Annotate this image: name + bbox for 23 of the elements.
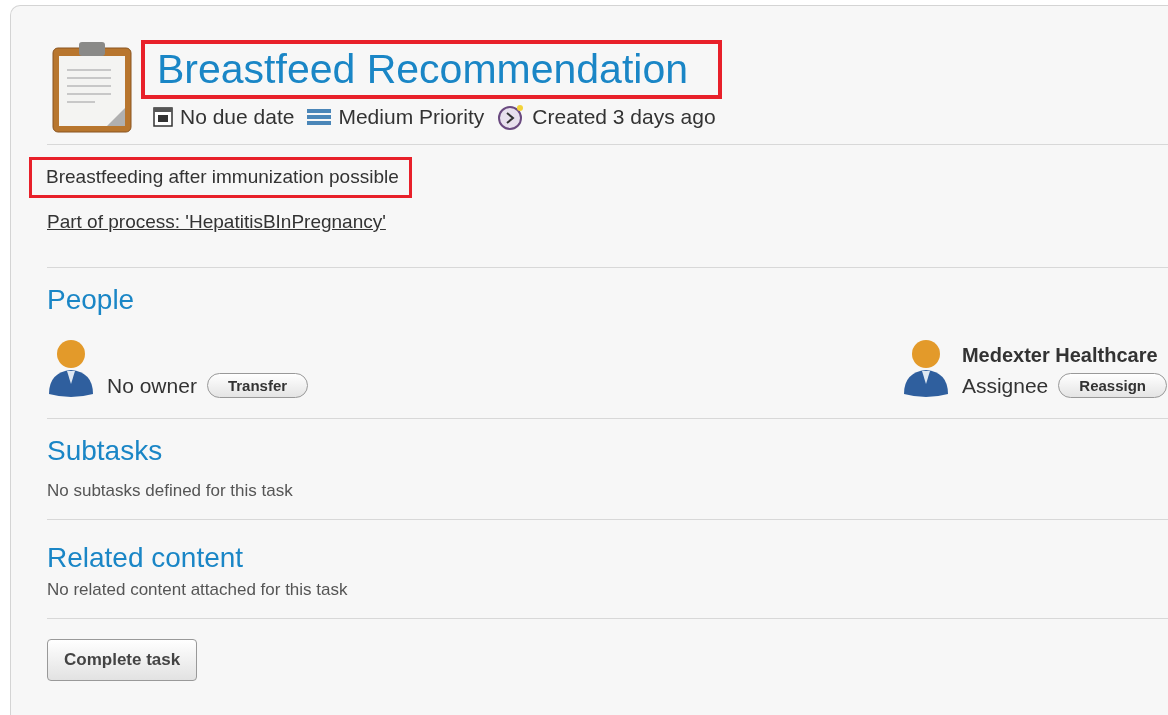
task-title: Breastfeed Recommendation xyxy=(141,40,722,99)
person-name: Medexter Healthcare xyxy=(961,344,1159,367)
section-heading: People xyxy=(47,284,136,316)
small-button[interactable]: Reassign xyxy=(1058,373,1167,398)
priority-icon xyxy=(307,107,332,127)
process-link[interactable]: Part of process: 'HepatitisBInPregnancy' xyxy=(47,211,386,233)
meta-text: No due date xyxy=(180,105,295,129)
empty-note: No related content attached for this task xyxy=(47,580,349,600)
section-heading: Subtasks xyxy=(47,435,164,467)
task-description: Breastfeeding after immunization possible xyxy=(29,157,412,198)
person-icon xyxy=(901,338,950,398)
person-role: No owner xyxy=(107,373,197,398)
calendar-icon xyxy=(153,107,173,127)
person-role: Assignee xyxy=(961,373,1049,398)
person-icon xyxy=(47,338,95,398)
empty-note: No subtasks defined for this task xyxy=(47,481,294,501)
clipboard-icon xyxy=(51,40,133,134)
complete-task-button[interactable]: Complete task xyxy=(47,639,198,681)
clock-icon xyxy=(497,104,526,130)
meta-text: Created 3 days ago xyxy=(532,105,716,129)
small-button[interactable]: Transfer xyxy=(206,373,309,398)
meta-text: Medium Priority xyxy=(338,105,485,129)
section-heading: Related content xyxy=(47,542,245,574)
